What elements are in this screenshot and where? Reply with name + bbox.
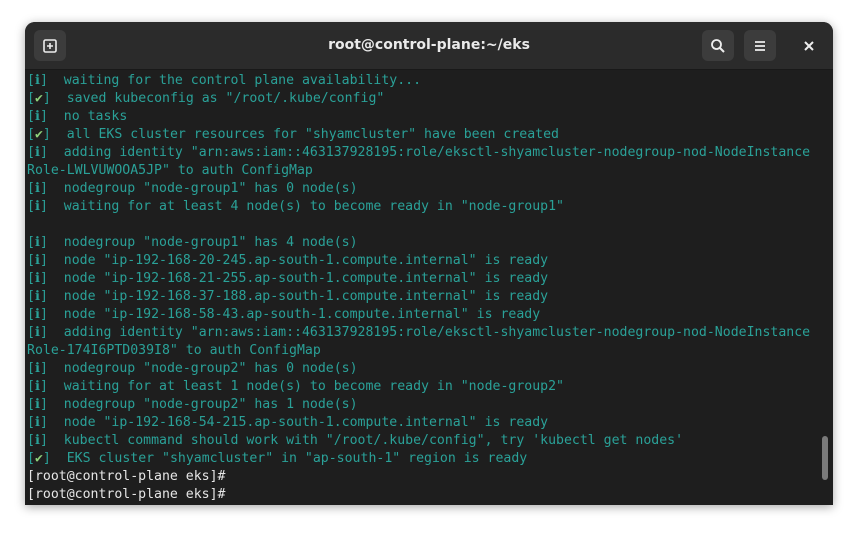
terminal-line: [✔] saved kubeconfig as "/root/.kube/con…	[27, 90, 810, 108]
terminal-line: [ℹ] node "ip-192-168-21-255.ap-south-1.c…	[27, 270, 810, 288]
terminal-line: [✔] EKS cluster "shyamcluster" in "ap-so…	[27, 450, 810, 468]
info-tag: [ℹ]	[27, 181, 48, 196]
success-tag: [✔]	[27, 451, 51, 466]
terminal-line: [ℹ] nodegroup "node-group2" has 0 node(s…	[27, 360, 810, 378]
line-text: nodegroup "node-group1" has 4 node(s)	[47, 235, 358, 250]
menu-button[interactable]	[744, 30, 776, 61]
success-tag: [✔]	[27, 127, 51, 142]
shell-prompt[interactable]: [root@control-plane eks]#	[27, 468, 810, 486]
info-tag: [ℹ]	[27, 433, 48, 448]
close-button[interactable]	[793, 30, 825, 61]
shell-prompt[interactable]: [root@control-plane eks]#	[27, 486, 810, 504]
line-text: EKS cluster "shyamcluster" in "ap-south-…	[50, 451, 528, 466]
close-icon	[803, 40, 815, 52]
terminal-line: [ℹ] kubectl command should work with "/r…	[27, 432, 810, 450]
terminal-line: [ℹ] nodegroup "node-group1" has 4 node(s…	[27, 234, 810, 252]
line-text: nodegroup "node-group1" has 0 node(s)	[47, 181, 358, 196]
terminal-line: [ℹ] waiting for at least 4 node(s) to be…	[27, 198, 810, 216]
terminal-output[interactable]: [ℹ] waiting for the control plane availa…	[25, 70, 833, 505]
new-tab-button[interactable]	[34, 30, 66, 61]
info-tag: [ℹ]	[27, 415, 48, 430]
hamburger-menu-icon	[753, 39, 767, 53]
info-tag: [ℹ]	[27, 235, 48, 250]
line-text: waiting for the control plane availabili…	[47, 73, 422, 88]
line-text: Role-LWLVUWOOA5JP" to auth ConfigMap	[27, 163, 313, 178]
info-tag: [ℹ]	[27, 325, 48, 340]
line-text: waiting for at least 1 node(s) to become…	[47, 379, 564, 394]
info-tag: [ℹ]	[27, 307, 48, 322]
info-tag: [ℹ]	[27, 253, 48, 268]
terminal-line: [ℹ] node "ip-192-168-54-215.ap-south-1.c…	[27, 414, 810, 432]
terminal-window: root@control-plane:~/eks [ℹ] waiting for…	[25, 22, 833, 505]
info-tag: [ℹ]	[27, 379, 48, 394]
line-text: no tasks	[47, 109, 128, 124]
scrollbar-thumb[interactable]	[822, 436, 828, 480]
terminal-line: Role-174I6PTD039I8" to auth ConfigMap	[27, 342, 810, 360]
new-tab-icon	[42, 38, 58, 54]
search-button[interactable]	[702, 30, 734, 61]
line-text: node "ip-192-168-37-188.ap-south-1.compu…	[47, 289, 549, 304]
info-tag: [ℹ]	[27, 109, 48, 124]
terminal-line: [ℹ] nodegroup "node-group1" has 0 node(s…	[27, 180, 810, 198]
line-text: node "ip-192-168-20-245.ap-south-1.compu…	[47, 253, 549, 268]
terminal-line: [ℹ] no tasks	[27, 108, 810, 126]
line-text: all EKS cluster resources for "shyamclus…	[50, 127, 559, 142]
terminal-line: [✔] all EKS cluster resources for "shyam…	[27, 126, 810, 144]
line-text: adding identity "arn:aws:iam::4631379281…	[47, 145, 811, 160]
info-tag: [ℹ]	[27, 361, 48, 376]
terminal-line: [ℹ] adding identity "arn:aws:iam::463137…	[27, 144, 810, 162]
info-tag: [ℹ]	[27, 271, 48, 286]
terminal-line: [ℹ] waiting for the control plane availa…	[27, 72, 810, 90]
terminal-line: [ℹ] node "ip-192-168-20-245.ap-south-1.c…	[27, 252, 810, 270]
terminal-line: [ℹ] waiting for at least 1 node(s) to be…	[27, 378, 810, 396]
line-text: saved kubeconfig as "/root/.kube/config"	[50, 91, 385, 106]
terminal-lines: [ℹ] waiting for the control plane availa…	[27, 72, 810, 504]
terminal-line: [ℹ] node "ip-192-168-37-188.ap-south-1.c…	[27, 288, 810, 306]
line-text: waiting for at least 4 node(s) to become…	[47, 199, 564, 214]
info-tag: [ℹ]	[27, 397, 48, 412]
line-text: Role-174I6PTD039I8" to auth ConfigMap	[27, 343, 321, 358]
line-text: nodegroup "node-group2" has 0 node(s)	[47, 361, 358, 376]
terminal-line: [ℹ] adding identity "arn:aws:iam::463137…	[27, 324, 810, 342]
info-tag: [ℹ]	[27, 73, 48, 88]
terminal-line: Role-LWLVUWOOA5JP" to auth ConfigMap	[27, 162, 810, 180]
line-text: node "ip-192-168-58-43.ap-south-1.comput…	[47, 307, 541, 322]
info-tag: [ℹ]	[27, 145, 48, 160]
success-tag: [✔]	[27, 91, 51, 106]
info-tag: [ℹ]	[27, 289, 48, 304]
info-tag: [ℹ]	[27, 199, 48, 214]
terminal-line: [ℹ] node "ip-192-168-58-43.ap-south-1.co…	[27, 306, 810, 324]
terminal-line: [ℹ] nodegroup "node-group2" has 1 node(s…	[27, 396, 810, 414]
line-text: node "ip-192-168-54-215.ap-south-1.compu…	[47, 415, 549, 430]
line-text: adding identity "arn:aws:iam::4631379281…	[47, 325, 811, 340]
line-text: kubectl command should work with "/root/…	[47, 433, 684, 448]
line-text: node "ip-192-168-21-255.ap-south-1.compu…	[47, 271, 549, 286]
search-icon	[710, 38, 726, 54]
title-bar: root@control-plane:~/eks	[25, 22, 833, 70]
line-text: nodegroup "node-group2" has 1 node(s)	[47, 397, 358, 412]
